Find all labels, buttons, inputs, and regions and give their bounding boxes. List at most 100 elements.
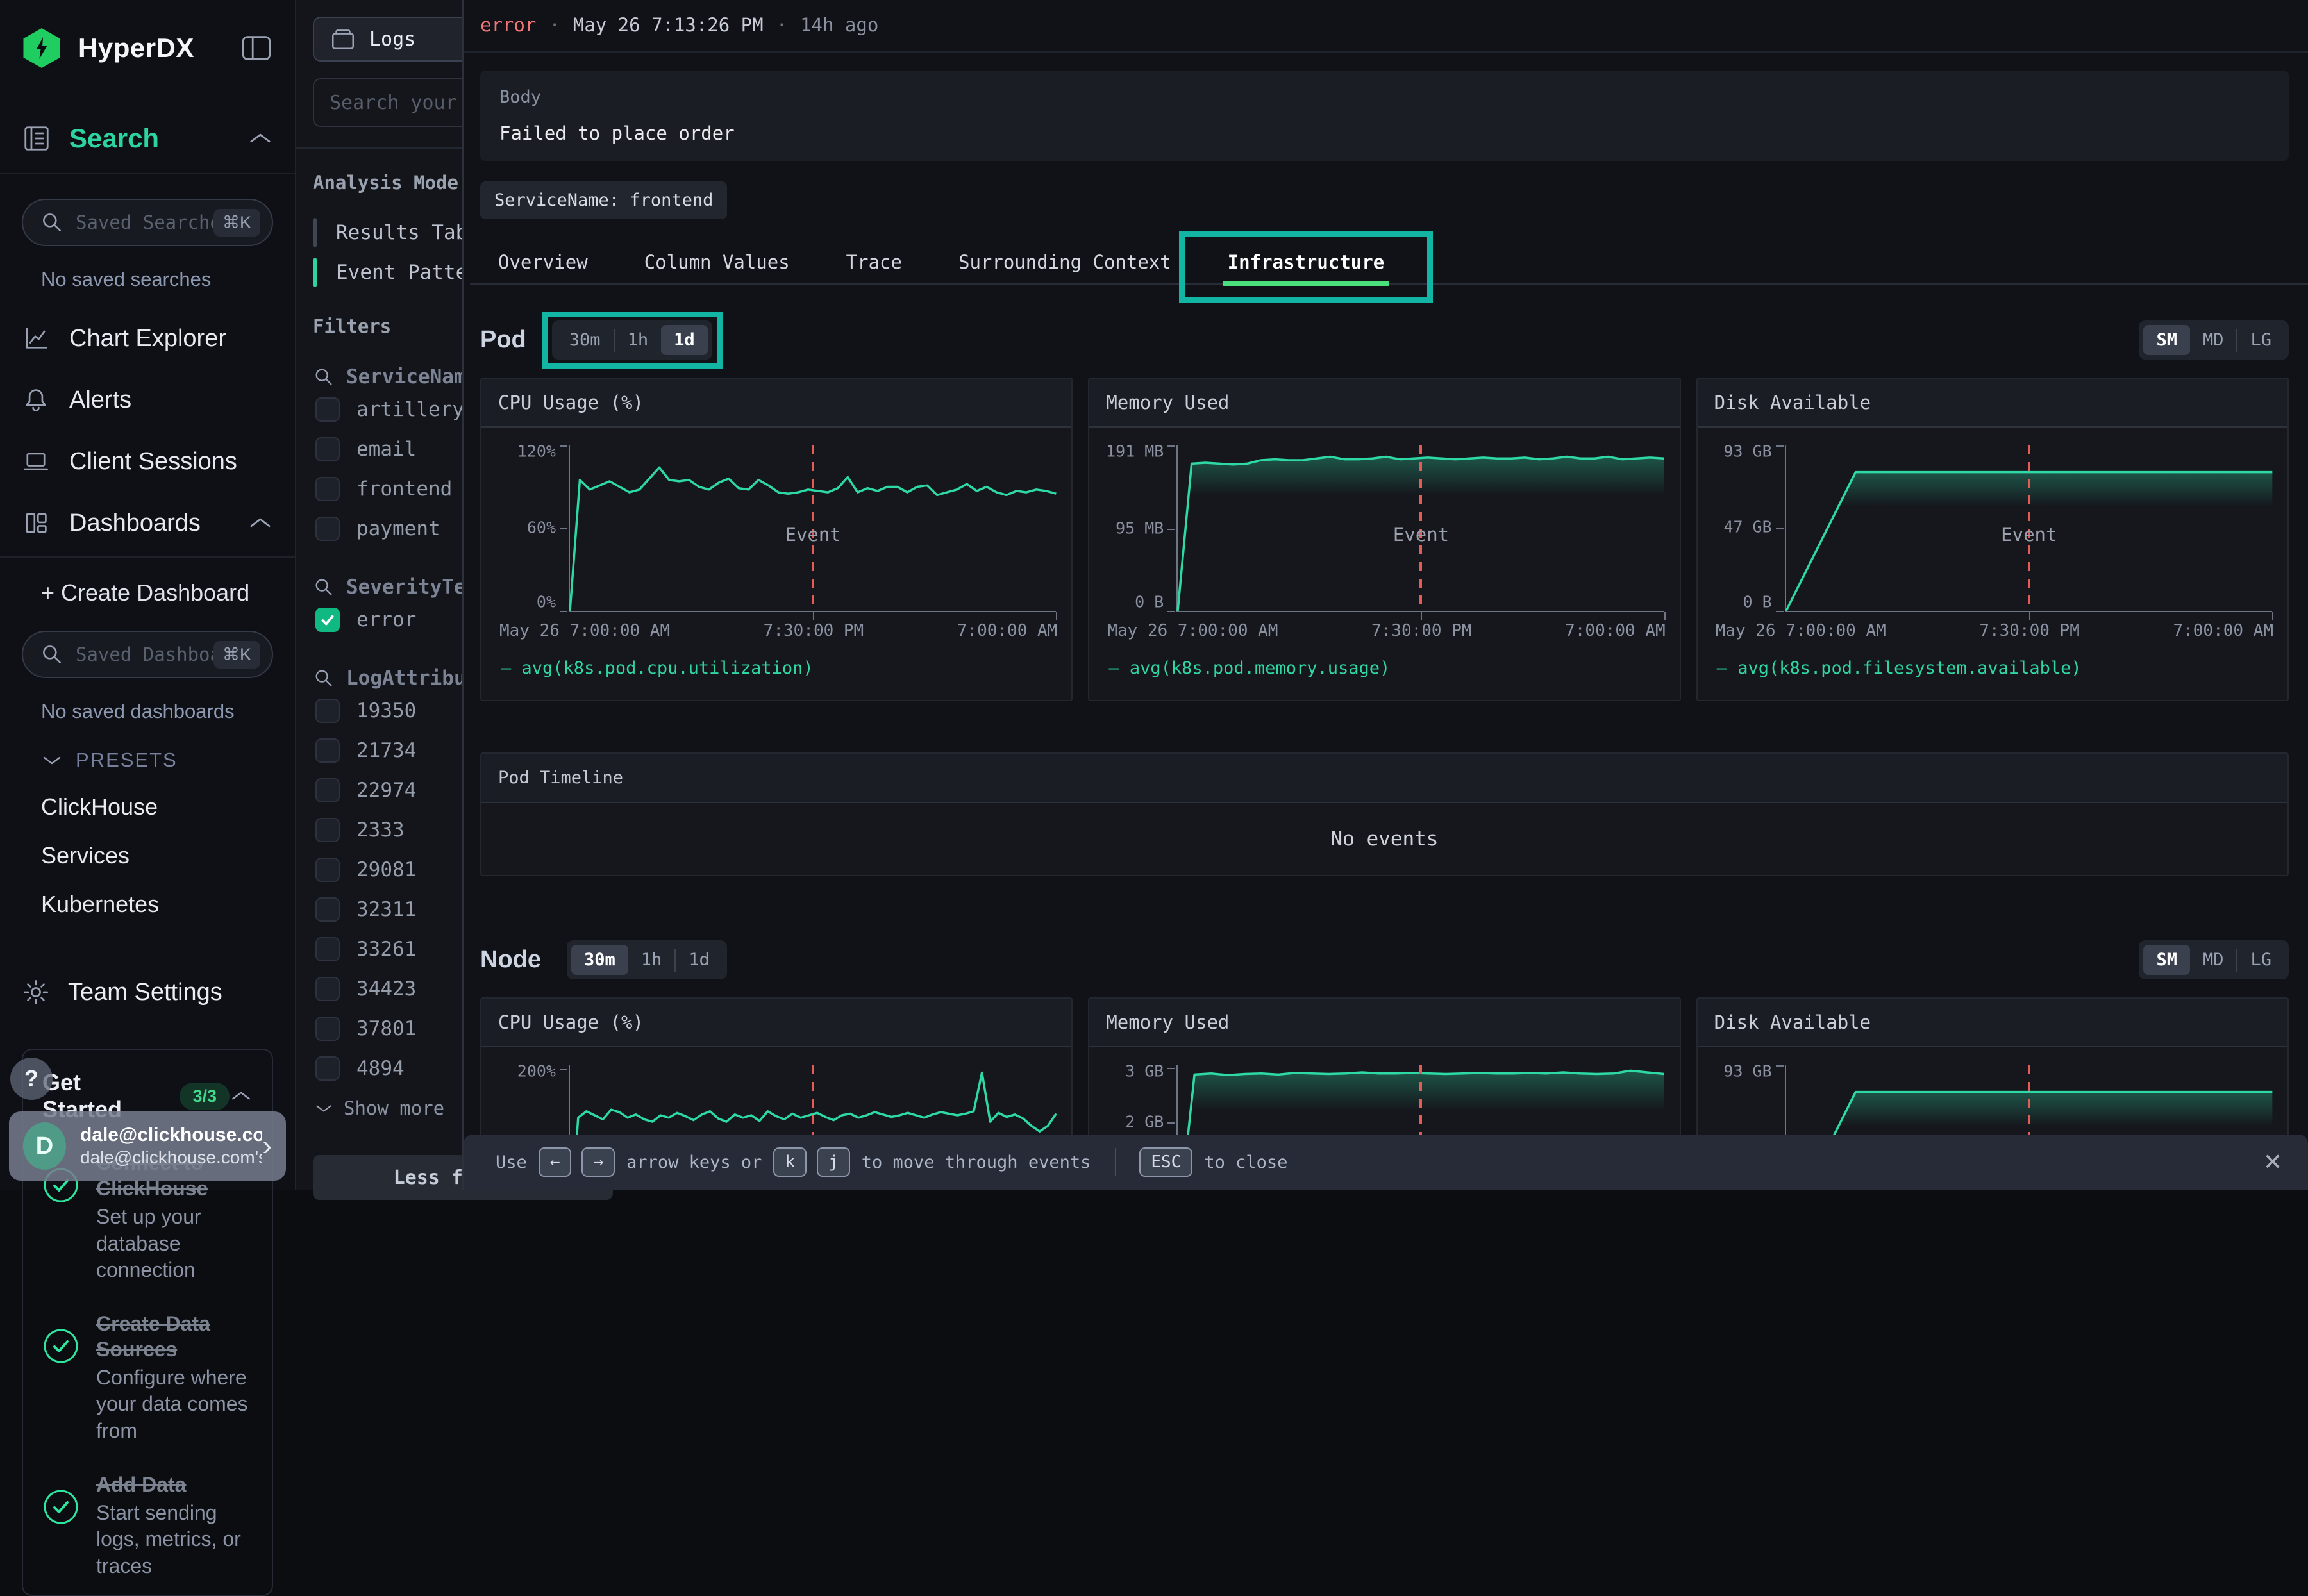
search-icon[interactable] [313, 366, 335, 388]
tab-label: Surrounding Context [958, 251, 1171, 273]
x-axis-label: 7:30:00 PM [1979, 621, 2080, 640]
size-sm-button[interactable]: SM [2143, 325, 2190, 355]
chevron-up-icon[interactable] [230, 1088, 253, 1104]
checkbox[interactable] [315, 1056, 340, 1081]
user-menu[interactable]: D dale@clickhouse.com dale@clickhouse.co… [9, 1111, 286, 1181]
divider [1115, 1148, 1116, 1176]
legend-label: avg(k8s.pod.filesystem.available) [1737, 658, 2081, 678]
pod-cpu-chart-card: CPU Usage (%) 120% 60% 0% Event May 26 7… [480, 378, 1073, 701]
checkbox[interactable] [315, 699, 340, 723]
sidebar-item-chart-explorer[interactable]: Chart Explorer [22, 324, 273, 353]
mode-indicator [313, 218, 317, 247]
saved-searches-input[interactable] [76, 212, 213, 233]
y-axis-label: 60% [497, 519, 556, 538]
filter-option-label: frontend [356, 478, 452, 501]
tab-trace[interactable]: Trace [818, 241, 930, 283]
search-icon[interactable] [313, 576, 335, 598]
collapse-sidebar-button[interactable] [240, 34, 273, 62]
checkbox[interactable] [315, 977, 340, 1001]
chart-title: CPU Usage (%) [481, 379, 1071, 428]
keyboard-hints-bar: Use ← → arrow keys or k j to move throug… [464, 1135, 2308, 1190]
node-section-header: Node 30m 1h 1d SM MD LG [480, 940, 2289, 979]
range-1h-button[interactable]: 1h [628, 945, 675, 975]
range-30m-button[interactable]: 30m [556, 325, 614, 355]
laptop-icon [22, 447, 50, 476]
chevron-right-icon: › [262, 1130, 272, 1162]
presets-toggle[interactable]: PRESETS [41, 749, 273, 772]
saved-searches-search[interactable]: ⌘K [22, 199, 273, 246]
create-dashboard-button[interactable]: + Create Dashboard [41, 579, 273, 606]
size-md-button[interactable]: MD [2190, 945, 2237, 975]
size-md-button[interactable]: MD [2190, 325, 2237, 355]
x-axis-line [1785, 611, 2272, 612]
sidebar-item-alerts[interactable]: Alerts [22, 386, 273, 414]
tab-column-values[interactable]: Column Values [616, 241, 818, 283]
y-axis-tick [560, 1069, 567, 1070]
checkbox[interactable] [315, 897, 340, 922]
logo-row: HyperDX [22, 28, 273, 68]
sidebar-item-search[interactable]: Search [22, 123, 273, 154]
pod-section-title: Pod [480, 326, 526, 354]
size-lg-button[interactable]: LG [2237, 325, 2284, 355]
checkbox[interactable] [315, 858, 340, 882]
checkbox[interactable] [315, 397, 340, 422]
range-1d-button[interactable]: 1d [661, 325, 708, 355]
filter-option-label: 32311 [356, 898, 416, 921]
service-name-chip[interactable]: ServiceName: frontend [480, 181, 727, 219]
tab-surrounding-context[interactable]: Surrounding Context [930, 241, 1200, 283]
help-button[interactable]: ? [10, 1058, 53, 1100]
hyperdx-logo-icon [22, 28, 62, 68]
y-axis-label: 2 GB [1105, 1113, 1164, 1131]
checkbox-checked[interactable] [315, 608, 340, 632]
x-axis-label: May 26 7:00:00 AM [1107, 621, 1278, 640]
checkbox[interactable] [315, 818, 340, 842]
saved-dashboards-input[interactable] [76, 644, 213, 665]
range-30m-button[interactable]: 30m [571, 945, 628, 975]
sidebar-item-team-settings[interactable]: Team Settings [22, 978, 273, 1006]
y-axis-tick [1167, 1068, 1175, 1069]
checkbox[interactable] [315, 1017, 340, 1041]
checkbox[interactable] [315, 517, 340, 541]
preset-clickhouse[interactable]: ClickHouse [41, 794, 273, 820]
preset-kubernetes[interactable]: Kubernetes [41, 891, 273, 918]
checkbox[interactable] [315, 738, 340, 763]
panel-collapse-icon [240, 34, 273, 62]
search-icon[interactable] [313, 667, 335, 689]
get-started-item[interactable]: Add Data Start sending logs, metrics, or… [42, 1472, 253, 1580]
sidebar-item-dashboards[interactable]: Dashboards [22, 509, 273, 537]
key-arrow-left: ← [539, 1147, 572, 1177]
size-sm-button[interactable]: SM [2143, 945, 2190, 975]
y-axis-label: 95 MB [1105, 519, 1164, 538]
legend-swatch: — [501, 658, 511, 678]
checkbox[interactable] [315, 477, 340, 501]
checkbox[interactable] [315, 778, 340, 802]
x-axis-tick [1664, 612, 1666, 620]
node-section-title: Node [480, 946, 541, 974]
avatar: D [23, 1122, 66, 1170]
search-page-icon [22, 124, 51, 153]
get-started-item[interactable]: Create Data Sources Configure where your… [42, 1311, 253, 1445]
pod-disk-chart-card: Disk Available 93 GB 47 GB 0 B Event May… [1696, 378, 2289, 701]
range-1d-button[interactable]: 1d [676, 945, 723, 975]
close-icon[interactable]: ✕ [2263, 1149, 2282, 1176]
checkbox[interactable] [315, 437, 340, 461]
divider [0, 173, 295, 174]
active-tab-underline [1223, 281, 1389, 286]
checkbox[interactable] [315, 937, 340, 961]
pod-charts-row: CPU Usage (%) 120% 60% 0% Event May 26 7… [480, 378, 2289, 701]
range-1h-button[interactable]: 1h [615, 325, 662, 355]
legend-label: avg(k8s.pod.cpu.utilization) [522, 658, 814, 678]
preset-services[interactable]: Services [41, 842, 273, 869]
show-more-label: Show more [344, 1097, 444, 1119]
pod-section-header: Pod 30m 1h 1d SM MD LG [480, 320, 2289, 360]
sidebar-item-client-sessions[interactable]: Client Sessions [22, 447, 273, 476]
y-axis-tick [1167, 445, 1175, 447]
no-saved-searches-text: No saved searches [41, 268, 273, 291]
saved-dashboards-search[interactable]: ⌘K [22, 631, 273, 678]
x-axis-tick [813, 612, 814, 620]
sidebar-item-label: Client Sessions [69, 448, 237, 476]
tab-infrastructure[interactable]: Infrastructure [1200, 241, 1412, 283]
tab-overview[interactable]: Overview [470, 241, 616, 283]
dashboards-icon [22, 509, 50, 537]
size-lg-button[interactable]: LG [2237, 945, 2284, 975]
